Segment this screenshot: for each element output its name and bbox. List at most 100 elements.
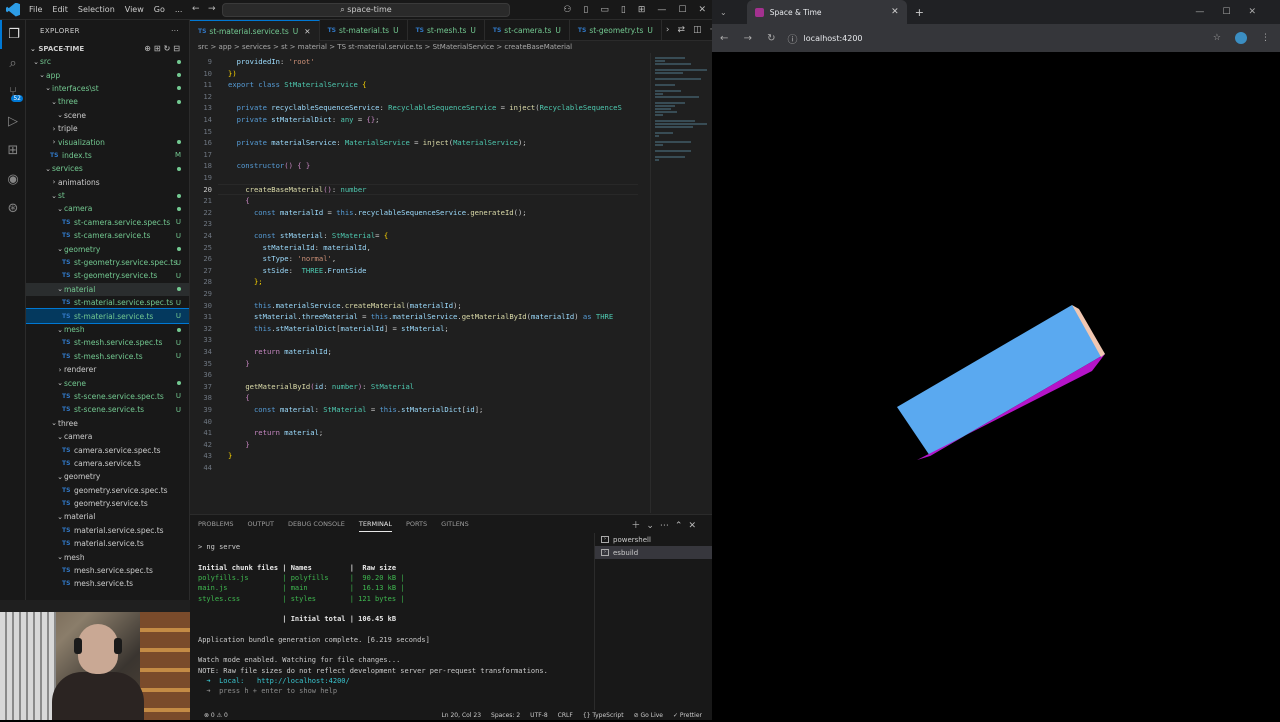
folder-mesh[interactable]: ⌄ mesh [26, 323, 189, 336]
more-actions-icon[interactable]: ··· [171, 27, 179, 35]
editor-tab-st-geometry-ts[interactable]: TS st-geometry.ts U [570, 20, 662, 41]
code-line[interactable]: { [228, 393, 249, 402]
close-tab-icon[interactable]: ✕ [304, 27, 310, 36]
layout-customize-icon[interactable]: ⊞ [632, 5, 652, 15]
folder-material[interactable]: ⌄ material [26, 282, 189, 297]
site-info-icon[interactable]: ⓘ [788, 31, 798, 46]
command-center-search[interactable]: ⌕ space-time [222, 3, 510, 17]
file-st-material-service-spec-ts[interactable]: TS st-material.service.spec.ts U [26, 296, 189, 309]
menu-more[interactable]: ... [170, 5, 188, 14]
folder-interfaces-st[interactable]: ⌄ interfaces\st [26, 82, 189, 95]
compare-icon[interactable]: ⇄ [674, 25, 690, 35]
code-line[interactable]: private materialService: MaterialService… [228, 138, 527, 147]
project-header[interactable]: ⌄ SPACE-TIME ⊕⊞↻⊟ [26, 42, 189, 55]
code-line[interactable]: } [228, 440, 249, 449]
file-camera-service-ts[interactable]: TS camera.service.ts [26, 457, 189, 470]
menu-file[interactable]: File [24, 5, 47, 14]
run-debug-icon[interactable]: ▷ [0, 107, 26, 136]
maximize-icon[interactable]: ☐ [672, 5, 692, 15]
editor-tab-st-material-service-ts[interactable]: TS st-material.service.ts U ✕ [190, 20, 320, 41]
close-window-icon[interactable]: ✕ [692, 5, 712, 15]
tab-search-icon[interactable]: ⌄ [720, 8, 727, 17]
code-line[interactable]: export class StMaterialService { [228, 80, 367, 89]
folder-visualization[interactable]: › visualization [26, 135, 189, 148]
url-field[interactable]: localhost:4200 [804, 34, 863, 43]
page-viewport[interactable] [712, 52, 1280, 720]
back-icon[interactable]: ← [720, 33, 728, 44]
folder-app[interactable]: ⌄ app [26, 68, 189, 81]
panel-tab-terminal[interactable]: TERMINAL [358, 517, 392, 532]
file-st-material-service-ts[interactable]: TS st-material.service.ts U [26, 308, 189, 324]
remote-explorer-icon[interactable]: ◉ [0, 165, 26, 194]
panel-tab-ports[interactable]: PORTS [406, 517, 427, 531]
folder-scene[interactable]: ⌄ scene [26, 109, 189, 122]
folder-st[interactable]: ⌄ st [26, 189, 189, 202]
code-line[interactable]: }; [228, 277, 263, 286]
code-line[interactable]: } [228, 359, 249, 368]
folder-three[interactable]: ⌄ three [26, 95, 189, 108]
code-line[interactable]: private stMaterialDict: any = {}; [228, 115, 380, 124]
folder-renderer[interactable]: › renderer [26, 363, 189, 376]
code-line[interactable]: }) [228, 69, 237, 78]
folder-geometry[interactable]: ⌄ geometry [26, 470, 189, 483]
folder-triple[interactable]: › triple [26, 122, 189, 135]
browser-window-controls[interactable]: —☐✕ [1195, 7, 1280, 17]
status-item-go-live[interactable]: ⊘ Go Live [634, 712, 663, 719]
file-material-service-ts[interactable]: TS material.service.ts [26, 537, 189, 550]
terminal-output[interactable]: > ng serve Initial chunk files | Names | … [198, 543, 594, 709]
code-line[interactable]: private recyclableSequenceService: Recyc… [228, 103, 622, 112]
menu-selection[interactable]: Selection [73, 5, 120, 14]
file-st-geometry-service-ts[interactable]: TS st-geometry.service.ts U [26, 269, 189, 282]
back-arrow-icon[interactable]: ← [192, 4, 200, 14]
status-item-crlf[interactable]: CRLF [558, 712, 573, 719]
folder-src[interactable]: ⌄ src [26, 55, 189, 68]
code-line[interactable]: constructor() { } [228, 161, 311, 170]
code-line[interactable]: createBaseMaterial(): number [228, 185, 366, 194]
file-mesh-service-spec-ts[interactable]: TS mesh.service.spec.ts [26, 564, 189, 577]
bookmark-star-icon[interactable]: ☆ [1213, 33, 1221, 43]
panel-tab-debug-console[interactable]: DEBUG CONSOLE [288, 517, 345, 531]
editor-tab-st-camera-ts[interactable]: TS st-camera.ts U [485, 20, 570, 41]
close-tab-icon[interactable]: ✕ [891, 7, 899, 17]
new-tab-icon[interactable]: + [915, 6, 924, 19]
file-st-scene-service-spec-ts[interactable]: TS st-scene.service.spec.ts U [26, 390, 189, 403]
minimize-icon[interactable]: — [651, 5, 672, 15]
forward-icon[interactable]: → [744, 33, 752, 44]
folder-mesh[interactable]: ⌄ mesh [26, 550, 189, 563]
reload-icon[interactable]: ↻ [767, 33, 775, 44]
menu-view[interactable]: View [120, 5, 149, 14]
code-line[interactable]: const material: StMaterial = this.stMate… [228, 405, 483, 414]
file-st-geometry-service-spec-ts[interactable]: TS st-geometry.service.spec.ts U [26, 256, 189, 269]
status-item-ln-20-col-23[interactable]: Ln 20, Col 23 [441, 712, 481, 719]
folder-camera[interactable]: ⌄ camera [26, 202, 189, 215]
file-geometry-service-spec-ts[interactable]: TS geometry.service.spec.ts [26, 484, 189, 497]
explorer-actions[interactable]: ⊕⊞↻⊟ [144, 44, 183, 53]
file-st-mesh-service-ts[interactable]: TS st-mesh.service.ts U [26, 350, 189, 363]
layout-panel-icon[interactable]: ▭ [594, 5, 615, 15]
folder-animations[interactable]: › animations [26, 176, 189, 189]
profile-avatar[interactable] [1235, 32, 1247, 44]
file-st-camera-service-ts[interactable]: TS st-camera.service.ts U [26, 229, 189, 242]
code-line[interactable]: stSide: THREE.FrontSide [228, 266, 367, 275]
minimap[interactable] [650, 53, 712, 513]
folder-geometry[interactable]: ⌄ geometry [26, 242, 189, 255]
code-line[interactable]: providedIn: 'root' [228, 57, 315, 66]
code-line[interactable]: { [228, 196, 249, 205]
copilot-icon[interactable]: ⚇ [557, 5, 577, 15]
folder-scene[interactable]: ⌄ scene [26, 376, 189, 389]
threejs-canvas[interactable] [712, 52, 1280, 720]
gitlens-icon[interactable]: ⊛ [0, 194, 26, 223]
file-material-service-spec-ts[interactable]: TS material.service.spec.ts [26, 524, 189, 537]
file-st-mesh-service-spec-ts[interactable]: TS st-mesh.service.spec.ts U [26, 336, 189, 349]
code-line[interactable]: const stMaterial: StMaterial= { [228, 231, 388, 240]
panel-tab-output[interactable]: OUTPUT [247, 517, 274, 531]
file-camera-service-spec-ts[interactable]: TS camera.service.spec.ts [26, 443, 189, 456]
code-line[interactable]: this.stMaterialDict[materialId] = stMate… [228, 324, 449, 333]
search-view-icon[interactable]: ⌕ [0, 49, 26, 78]
status-item-spaces-2[interactable]: Spaces: 2 [491, 712, 520, 719]
code-line[interactable]: const materialId = this.recyclableSequen… [228, 208, 527, 217]
forward-arrow-icon[interactable]: → [208, 4, 216, 14]
status-item-utf-8[interactable]: UTF-8 [530, 712, 548, 719]
status-item-prettier[interactable]: ✓ Prettier [673, 712, 702, 719]
code-line[interactable]: return materialId; [228, 347, 332, 356]
